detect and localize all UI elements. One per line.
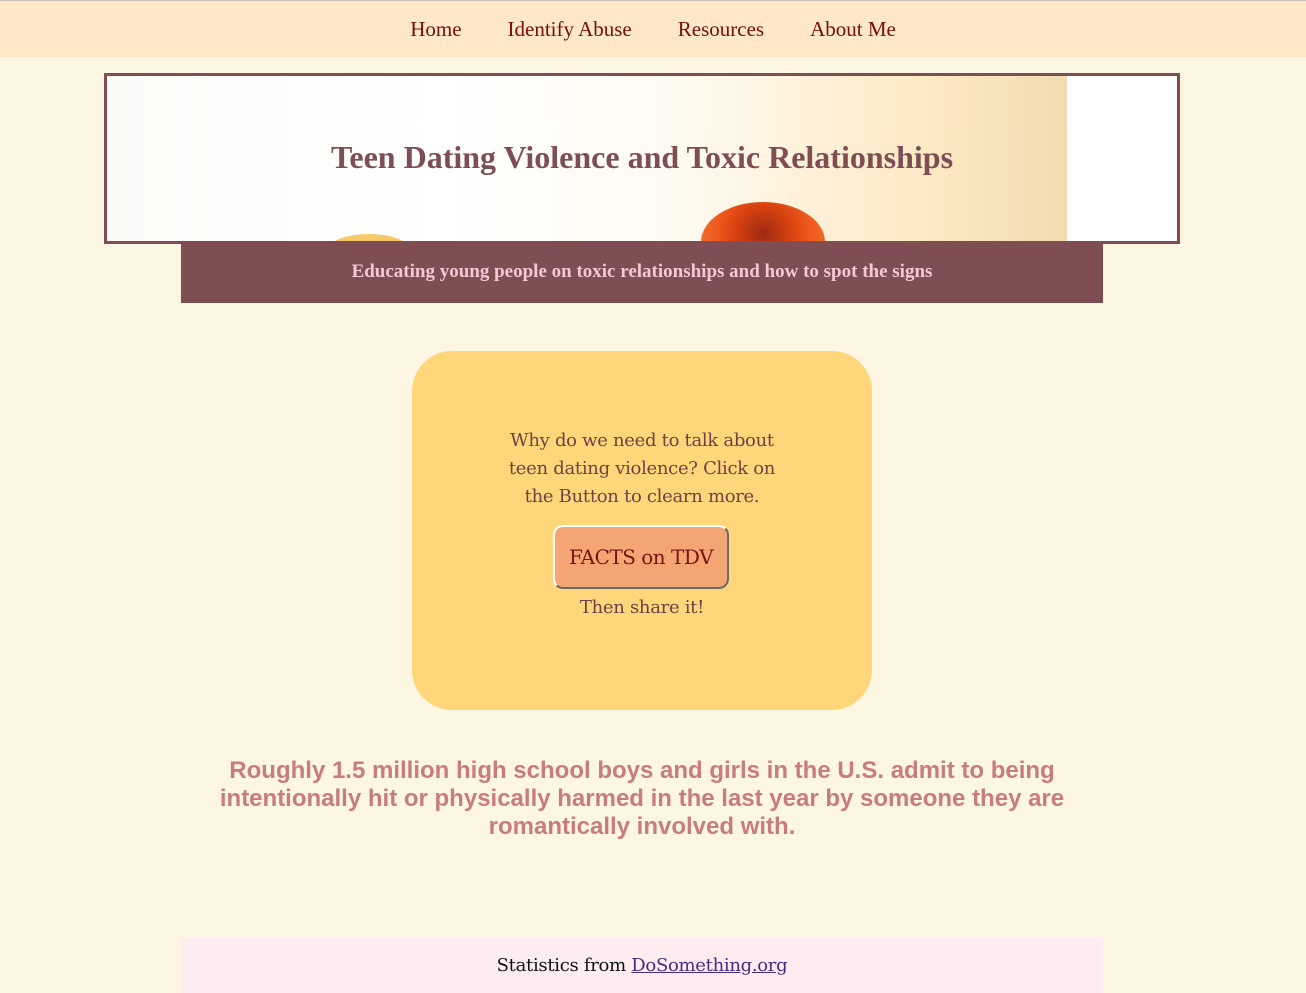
statistic-text: Roughly 1.5 million high school boys and… [219,757,1065,840]
nav-link-resources[interactable]: Resources [655,17,787,42]
page-title: Teen Dating Violence and Toxic Relations… [330,139,954,175]
main-nav: Home Identify Abuse Resources About Me [0,1,1306,57]
nav-link-home[interactable]: Home [387,17,484,42]
footer-credit: Statistics from DoSomething.org [497,955,788,976]
facts-button[interactable]: FACTS on TDV [553,525,729,589]
footer-source-link[interactable]: DoSomething.org [631,955,787,976]
share-text: Then share it! [579,597,705,618]
facts-card: Why do we need to talk about teen dating… [412,351,872,710]
nav-link-about-me[interactable]: About Me [787,17,919,42]
card-prompt: Why do we need to talk about teen dating… [508,430,776,507]
nav-link-identify-abuse[interactable]: Identify Abuse [485,17,655,42]
subheader-bar: Educating young people on toxic relation… [181,241,1103,303]
footer-prefix: Statistics from [496,955,632,976]
footer: Statistics from DoSomething.org [181,938,1103,993]
red-poppy-shape [701,202,825,241]
subheader-text: Educating young people on toxic relation… [351,261,933,282]
header-banner: Teen Dating Violence and Toxic Relations… [104,73,1180,244]
